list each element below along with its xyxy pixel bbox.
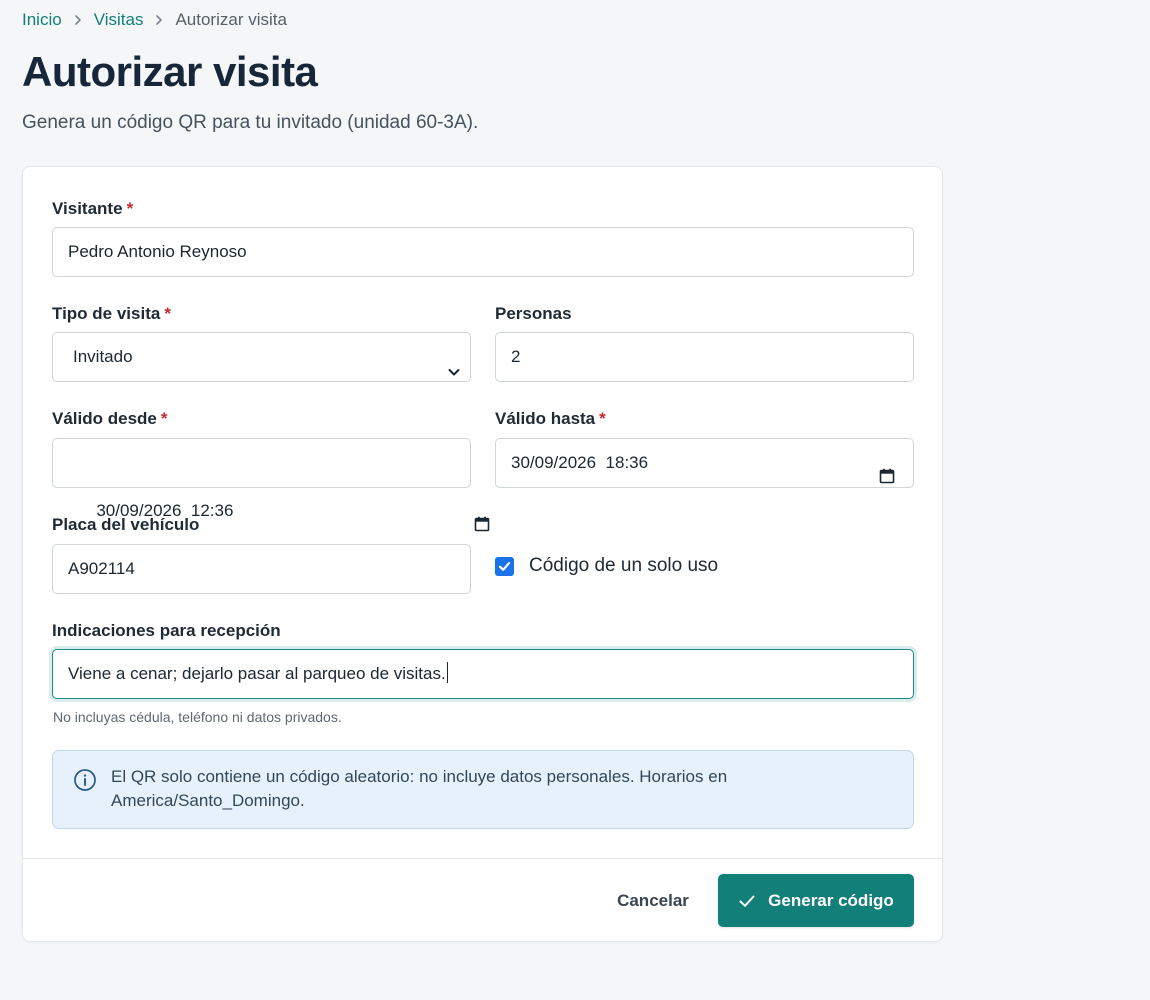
required-mark: * [126, 199, 134, 218]
calendar-icon[interactable] [436, 455, 490, 532]
notes-input-value: Viene a cenar; dejarlo pasar al parqueo … [68, 664, 446, 683]
valid-from-input[interactable]: 30/09/2026 12:36 [52, 438, 490, 532]
notes-helper-text: No incluyas cédula, teléfono ni datos pr… [53, 709, 342, 725]
check-icon [498, 561, 511, 571]
cancel-button[interactable]: Cancelar [603, 875, 703, 927]
single-use-checkbox[interactable] [495, 556, 514, 576]
required-mark: * [599, 409, 606, 428]
visit-type-select-value: Invitado [73, 347, 133, 366]
page-subtitle: Genera un código QR para tu invitado (un… [22, 112, 479, 133]
plate-label: Placa del vehículo [52, 515, 200, 534]
chevron-right-icon [143, 10, 175, 30]
chevron-right-icon [62, 10, 94, 30]
visit-type-select[interactable]: Invitado [52, 332, 471, 382]
text-caret [446, 662, 449, 683]
notes-label: Indicaciones para recepción [52, 621, 281, 640]
people-input-value: 2 [511, 347, 521, 366]
single-use-checkbox-row[interactable]: Código de un solo uso [495, 555, 718, 577]
footer-divider [23, 858, 942, 859]
info-icon [73, 768, 97, 792]
valid-until-input[interactable]: 30/09/2026 18:36 [495, 438, 914, 488]
plate-input-value: A902114 [68, 559, 135, 578]
calendar-icon[interactable] [879, 455, 895, 484]
visitor-input[interactable]: Pedro Antonio Reynoso [52, 227, 914, 277]
single-use-label: Código de un solo uso [529, 555, 719, 576]
generate-code-button[interactable]: Generar código [718, 874, 914, 927]
valid-until-input-value: 30/09/2026 18:36 [511, 453, 649, 472]
breadcrumb-home-link[interactable]: Inicio [22, 10, 62, 30]
visit-form-card: Visitante * Pedro Antonio Reynoso Tipo de… [22, 166, 943, 942]
people-input[interactable]: 2 [495, 332, 914, 382]
visit-type-label: Tipo de visita * [52, 304, 171, 323]
breadcrumb: Inicio Visitas Autorizar visita [22, 10, 287, 30]
people-label: Personas [495, 304, 572, 323]
required-mark: * [160, 409, 168, 428]
visitor-label: Visitante * [52, 199, 134, 218]
valid-until-label: Válido hasta * [495, 409, 606, 428]
check-icon [739, 895, 755, 907]
notes-input[interactable]: Viene a cenar; dejarlo pasar al parqueo … [52, 649, 914, 699]
generate-code-label: Generar código [768, 890, 894, 910]
plate-input[interactable]: A902114 [52, 544, 471, 594]
valid-from-label: Válido desde * [52, 409, 168, 428]
page: Inicio Visitas Autorizar visita Autoriza… [0, 0, 1150, 1000]
visitor-input-value: Pedro Antonio Reynoso [68, 242, 247, 261]
info-alert-text: El QR solo contiene un código aleatorio:… [111, 767, 728, 810]
breadcrumb-current: Autorizar visita [175, 10, 287, 29]
breadcrumb-visits-link[interactable]: Visitas [94, 10, 144, 30]
chevron-down-icon [447, 350, 461, 376]
info-alert: El QR solo contiene un código aleatorio:… [52, 750, 914, 829]
required-mark: * [164, 304, 171, 323]
page-title: Autorizar visita [22, 48, 318, 95]
